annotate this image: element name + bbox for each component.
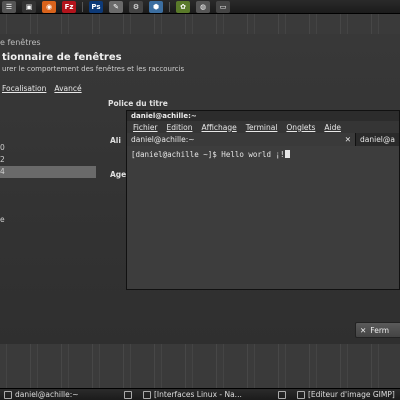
- tab-avance[interactable]: Avancé: [54, 84, 81, 93]
- terminal-tab-label: daniel@a: [360, 134, 395, 144]
- panel-separator: [169, 1, 170, 12]
- terminal-menubar: Fichier Edition Affichage Terminal Ongle…: [127, 121, 399, 133]
- theme-list: 024 e: [0, 130, 96, 226]
- terminal-output[interactable]: [daniel@achille ~]$ Hello world ¡!: [127, 146, 399, 163]
- taskbar-task-label: [Interfaces Linux - Na...: [154, 390, 242, 399]
- terminal-tabbar: daniel@achille:~ ✕ daniel@a: [127, 132, 399, 146]
- chat-icon[interactable]: ✿: [176, 0, 190, 13]
- alignment-label: Ali: [110, 136, 121, 145]
- gimp-icon: [297, 390, 305, 399]
- terminal-tab-2[interactable]: daniel@a: [355, 132, 399, 146]
- monitor-icon[interactable]: ▭: [216, 0, 230, 13]
- taskbar-task[interactable]: [Editeur d'image GIMP]: [293, 389, 399, 400]
- dialog-tabs: Focalisation Avancé: [2, 84, 82, 93]
- terminal-window[interactable]: daniel@achille:~ Fichier Edition Afficha…: [126, 110, 400, 290]
- media-icon[interactable]: ◍: [196, 0, 210, 13]
- terminal-icon: [4, 390, 12, 399]
- theme-list-item[interactable]: [0, 202, 96, 214]
- theme-list-item[interactable]: [0, 130, 96, 142]
- cube-icon[interactable]: ⬢: [149, 0, 163, 13]
- menu-fichier[interactable]: Fichier: [133, 123, 158, 132]
- settings-icon[interactable]: ⚙: [129, 0, 143, 13]
- theme-list-item[interactable]: 4: [0, 166, 96, 178]
- theme-list-item[interactable]: [0, 190, 96, 202]
- menu-terminal[interactable]: Terminal: [246, 123, 278, 132]
- text-cursor: [284, 150, 290, 158]
- terminal-tab-1[interactable]: daniel@achille:~ ✕: [127, 132, 355, 146]
- blank-icon: [124, 390, 132, 399]
- prompt-line: [daniel@achille ~]$ Hello world ¡!: [131, 150, 285, 159]
- terminal-tab-label: daniel@achille:~: [131, 134, 195, 144]
- taskbar-task[interactable]: [120, 389, 139, 400]
- tab-focalisation[interactable]: Focalisation: [2, 84, 46, 93]
- taskbar: daniel@achille:~ [Interfaces Linux - Na..…: [0, 388, 400, 400]
- filezilla-icon[interactable]: Fz: [62, 0, 76, 13]
- photoshop-icon[interactable]: Ps: [89, 0, 103, 13]
- theme-list-item[interactable]: e: [0, 214, 96, 226]
- taskbar-task[interactable]: [Interfaces Linux - Na...: [139, 389, 274, 400]
- terminal-icon[interactable]: ▣: [22, 0, 36, 13]
- blank-icon: [278, 390, 286, 399]
- menu-edition[interactable]: Edition: [167, 123, 193, 132]
- terminal-titlebar[interactable]: daniel@achille:~: [127, 111, 399, 121]
- menu-affichage[interactable]: Affichage: [201, 123, 236, 132]
- arrangement-label: Age: [110, 170, 127, 179]
- close-button-label: Ferm: [370, 325, 390, 335]
- browser-icon: [143, 390, 151, 399]
- taskbar-task[interactable]: [274, 389, 293, 400]
- top-panel: ☰ ▣ ◉ Fz Ps ✎ ⚙ ⬢ ✿ ◍ ▭: [0, 0, 400, 14]
- taskbar-task-label: daniel@achille:~: [15, 390, 79, 399]
- taskbar-task[interactable]: daniel@achille:~: [0, 389, 120, 400]
- panel-separator: [82, 1, 83, 12]
- menu-aide[interactable]: Aide: [324, 123, 341, 132]
- title-font-label: Police du titre: [108, 99, 168, 108]
- text-editor-icon[interactable]: ✎: [109, 0, 123, 13]
- close-tab-icon[interactable]: ✕: [345, 135, 351, 144]
- close-button[interactable]: ✕ Ferm: [355, 322, 400, 338]
- firefox-icon[interactable]: ◉: [42, 0, 56, 13]
- menu-icon[interactable]: ☰: [2, 0, 16, 13]
- dialog-window-label: e fenêtres: [0, 38, 41, 47]
- theme-list-item[interactable]: 0: [0, 142, 96, 154]
- close-icon: ✕: [360, 325, 367, 335]
- theme-list-item[interactable]: [0, 178, 96, 190]
- dialog-title: tionnaire de fenêtres: [2, 52, 122, 63]
- dialog-subtitle: urer le comportement des fenêtres et les…: [2, 65, 185, 73]
- taskbar-task-label: [Editeur d'image GIMP]: [308, 390, 395, 399]
- menu-onglets[interactable]: Onglets: [286, 123, 315, 132]
- theme-list-item[interactable]: 2: [0, 154, 96, 166]
